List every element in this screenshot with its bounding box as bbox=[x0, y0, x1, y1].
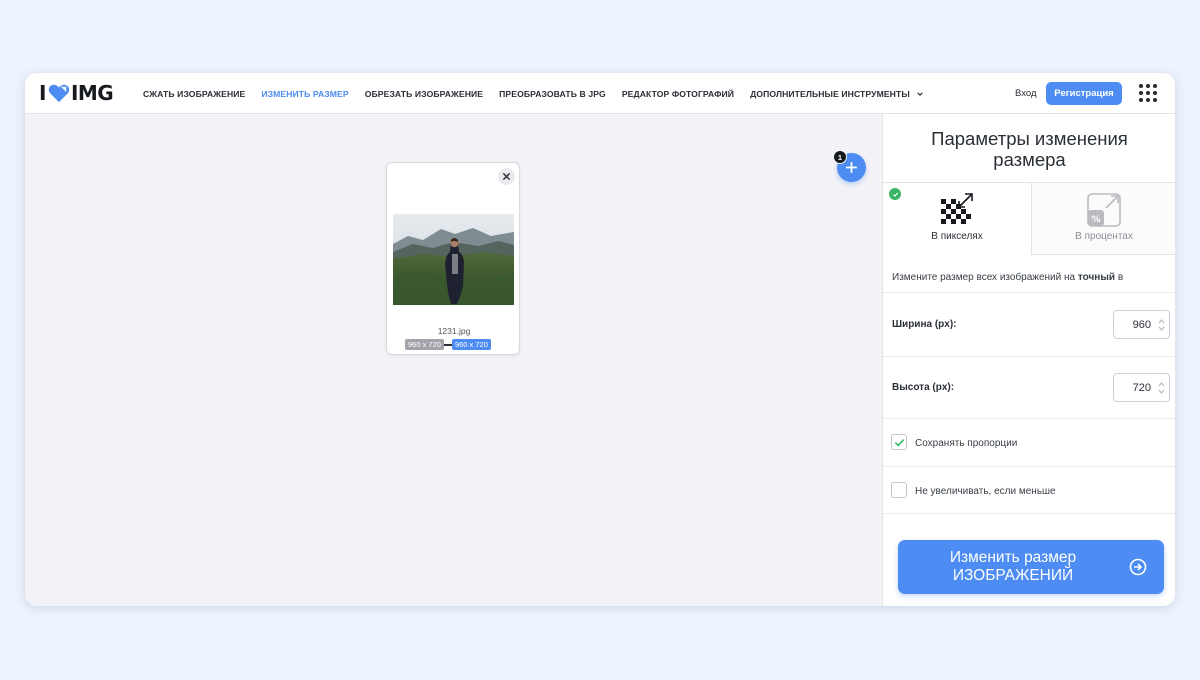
height-value: 720 bbox=[1132, 382, 1151, 394]
panel-title: Параметры изменения размера bbox=[883, 128, 1175, 170]
logo-suffix: IMG bbox=[70, 81, 114, 105]
resize-options-panel: Параметры изменения размера В пикселях %… bbox=[882, 114, 1175, 606]
panel-title-line2: размера bbox=[993, 149, 1066, 170]
tab-by-pixels[interactable]: В пикселях bbox=[883, 183, 1031, 255]
submit-label-line2: ИЗОБРАЖЕНИЙ bbox=[952, 567, 1074, 584]
panel-title-line1: Параметры изменения bbox=[931, 128, 1128, 149]
nav-crop-image[interactable]: ОБРЕЗАТЬ ИЗОБРАЖЕНИЕ bbox=[365, 89, 483, 99]
nav-photo-editor[interactable]: РЕДАКТОР ФОТОГРАФИЙ bbox=[622, 89, 734, 99]
keep-ratio-label: Сохранять пропорции bbox=[915, 438, 1018, 449]
new-size-badge: 960 x 720 bbox=[451, 339, 491, 350]
top-navbar: I IMG СЖАТЬ ИЗОБРАЖЕНИЕ ИЗМЕНИТЬ РАЗМЕР … bbox=[25, 73, 1175, 114]
no-enlarge-checkbox[interactable] bbox=[891, 482, 907, 498]
width-input[interactable]: 960 bbox=[1113, 310, 1170, 339]
description-bold: точный bbox=[1077, 272, 1116, 283]
height-label: Высота (px): bbox=[892, 382, 955, 393]
tab-label: В процентах bbox=[1075, 231, 1133, 242]
description-suffix: в bbox=[1115, 272, 1124, 283]
nav-label: ОБРЕЗАТЬ ИЗОБРАЖЕНИЕ bbox=[364, 88, 484, 99]
spinner-arrows-icon[interactable] bbox=[1158, 380, 1165, 396]
no-enlarge-label: Не увеличивать, если меньше bbox=[915, 486, 1056, 497]
keep-ratio-checkbox[interactable] bbox=[891, 434, 907, 450]
arrow-right-icon bbox=[443, 343, 452, 346]
arrow-circle-right-icon bbox=[1129, 558, 1147, 576]
width-value: 960 bbox=[1132, 319, 1151, 331]
remove-file-button[interactable] bbox=[498, 168, 515, 185]
register-button[interactable]: Регистрация bbox=[1046, 82, 1122, 105]
resize-description: Измените размер всех изображений на точн… bbox=[892, 272, 1175, 283]
tab-by-percentage[interactable]: % В процентах bbox=[1031, 183, 1175, 255]
checkmark-icon bbox=[894, 439, 905, 447]
nav-compress-image[interactable]: СЖАТЬ ИЗОБРАЖЕНИЕ bbox=[143, 89, 245, 99]
nav-label: РЕДАКТОР ФОТОГРАФИЙ bbox=[621, 88, 735, 99]
resize-images-button[interactable]: Изменить размер ИЗОБРАЖЕНИЙ bbox=[898, 540, 1164, 594]
height-row: Высота (px): 720 bbox=[883, 356, 1175, 418]
height-input[interactable]: 720 bbox=[1113, 373, 1170, 402]
chevron-down-icon bbox=[917, 91, 923, 96]
description-prefix: Измените размер всех изображений на bbox=[892, 272, 1078, 283]
close-icon bbox=[502, 172, 511, 181]
keep-ratio-row: Сохранять пропорции bbox=[883, 418, 1175, 466]
login-link[interactable]: Вход bbox=[1015, 88, 1037, 99]
no-enlarge-row: Не увеличивать, если меньше bbox=[883, 466, 1175, 514]
submit-label-line1: Изменить размер bbox=[949, 549, 1077, 566]
tab-label: В пикселях bbox=[931, 231, 983, 242]
nav-label: СЖАТЬ ИЗОБРАЖЕНИЕ bbox=[143, 88, 246, 99]
submit-label: Изменить размер ИЗОБРАЖЕНИЙ bbox=[898, 549, 1128, 585]
nav-convert-to-jpg[interactable]: ПРЕОБРАЗОВАТЬ В JPG bbox=[499, 89, 606, 99]
logo[interactable]: I IMG bbox=[39, 81, 114, 105]
image-workspace: 1231.jpg 960 x 720 960 x 720 1 bbox=[25, 114, 882, 606]
nav-resize-image[interactable]: ИЗМЕНИТЬ РАЗМЕР bbox=[261, 89, 348, 99]
app-window: I IMG СЖАТЬ ИЗОБРАЖЕНИЕ ИЗМЕНИТЬ РАЗМЕР … bbox=[25, 73, 1175, 606]
nav-label: ДОПОЛНИТЕЛЬНЫЕ ИНСТРУМЕНТЫ bbox=[750, 88, 910, 99]
file-card[interactable]: 1231.jpg 960 x 720 960 x 720 bbox=[386, 162, 520, 355]
nav-label: ИЗМЕНИТЬ РАЗМЕР bbox=[261, 88, 349, 99]
original-size-badge: 960 x 720 bbox=[405, 339, 444, 350]
selected-check-icon bbox=[889, 188, 901, 200]
resize-mode-tabs: В пикселях % В процентах bbox=[883, 182, 1175, 255]
spinner-arrows-icon[interactable] bbox=[1158, 317, 1165, 333]
plus-icon bbox=[846, 162, 857, 173]
pixels-resize-icon bbox=[941, 193, 973, 224]
logo-prefix: I bbox=[39, 81, 46, 105]
size-change-indicator: 960 x 720 960 x 720 bbox=[405, 339, 491, 350]
nav-label: ПРЕОБРАЗОВАТЬ В JPG bbox=[499, 88, 606, 99]
percent-resize-icon: % bbox=[1087, 193, 1121, 227]
width-row: Ширина (px): 960 bbox=[883, 292, 1175, 356]
file-name: 1231.jpg bbox=[437, 326, 471, 336]
image-thumbnail bbox=[393, 214, 514, 305]
width-label: Ширина (px): bbox=[892, 319, 957, 330]
heart-icon bbox=[48, 84, 70, 103]
svg-text:%: % bbox=[1091, 215, 1100, 225]
grid-icon[interactable] bbox=[1139, 84, 1157, 102]
nav-more-tools[interactable]: ДОПОЛНИТЕЛЬНЫЕ ИНСТРУМЕНТЫ bbox=[750, 89, 924, 99]
file-count-badge: 1 bbox=[833, 150, 847, 164]
main-nav: СЖАТЬ ИЗОБРАЖЕНИЕ ИЗМЕНИТЬ РАЗМЕР ОБРЕЗА… bbox=[143, 73, 940, 114]
